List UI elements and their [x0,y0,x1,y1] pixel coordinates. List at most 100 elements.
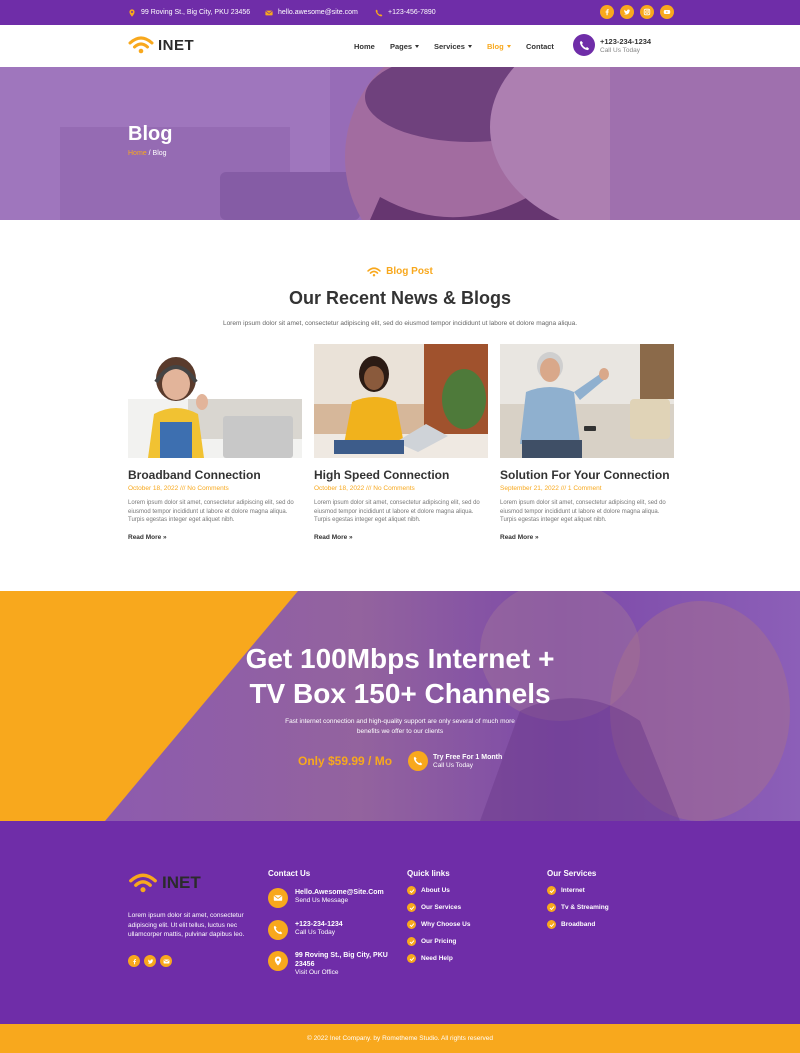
read-more-link[interactable]: Read More » [500,534,674,541]
footer-link-help[interactable]: Need Help [407,954,453,963]
blog-card-title[interactable]: High Speed Connection [314,468,488,482]
footer-link-services[interactable]: Our Services [407,903,461,912]
footer-logo[interactable]: INET [128,873,201,893]
footer-contact-phone[interactable]: +123-234-1234 Call Us Today [268,920,343,940]
footer-link-about[interactable]: About Us [407,886,450,895]
wifi-logo-icon [128,36,154,54]
footer-link-label: Why Choose Us [421,921,471,928]
contact-address-label: Visit Our Office [295,969,339,976]
blog-card-image[interactable] [500,344,674,458]
promo-line-2: TV Box 150+ Channels [249,678,551,709]
footer-twitter-link[interactable] [144,955,156,967]
location-circle [268,951,288,971]
read-more-link[interactable]: Read More » [314,534,488,541]
hero-overlay [0,67,800,220]
promo-banner: Get 100Mbps Internet + TV Box 150+ Chann… [0,591,800,821]
nav-home-label: Home [354,41,375,51]
footer-link-label: Broadband [561,921,596,928]
blog-card-excerpt: Lorem ipsum dolor sit amet, consectetur … [128,500,294,523]
nav-pages[interactable]: Pages [390,25,420,67]
email-info[interactable]: hello.awesome@site.com [265,0,358,25]
envelope-icon [265,10,273,15]
footer-description: Lorem ipsum dolor sit amet, consectetur … [128,912,245,938]
phone-text: +123-456-7890 [388,9,436,16]
header-call-label: Call Us Today [600,46,640,54]
nav-home[interactable]: Home [354,25,375,67]
blog-card-image[interactable] [314,344,488,458]
nav-blog[interactable]: Blog [487,25,511,67]
section-subtitle: Lorem ipsum dolor sit amet, consectetur … [222,320,578,327]
instagram-link[interactable] [640,5,654,19]
blog-card-image[interactable] [128,344,302,458]
promo-price: Only $59.99 / Mo [298,754,393,768]
phone-icon [375,9,383,16]
nav-contact-label: Contact [526,41,554,51]
facebook-icon [132,958,136,964]
envelope-icon [273,895,283,901]
blog-card: High Speed Connection October 18, 2022 /… [314,344,488,541]
contact-phone-value: +123-234-1234 [295,921,343,928]
blog-card-meta[interactable]: October 18, 2022 /// No Comments [314,485,488,492]
copyright-bar: © 2022 Inet Company. by Rometheme Studio… [0,1024,800,1053]
nav-contact[interactable]: Contact [526,25,554,67]
footer-facebook-link[interactable] [128,955,140,967]
header-call-box[interactable]: +123-234-1234 Call Us Today [573,34,651,56]
facebook-link[interactable] [600,5,614,19]
check-circle-icon [547,920,556,929]
blog-card-title[interactable]: Solution For Your Connection [500,468,674,482]
phone-circle [408,751,428,771]
girl-with-headphones-photo [128,344,302,458]
email-text: hello.awesome@site.com [278,9,358,16]
address-text: 99 Roving St., Big City, PKU 23456 [141,9,251,16]
location-pin-icon [129,8,135,17]
youtube-icon [663,10,671,14]
man-cheering-photo [500,344,674,458]
top-info-bar: 99 Roving St., Big City, PKU 23456 hello… [0,0,800,25]
twitter-link[interactable] [620,5,634,19]
footer-email-link[interactable] [160,955,172,967]
chevron-down-icon [506,44,511,48]
nav-services[interactable]: Services [434,25,472,67]
check-circle-icon [547,886,556,895]
site-footer: INET Lorem ipsum dolor sit amet, consect… [0,821,800,1024]
breadcrumb-home[interactable]: Home [128,150,147,157]
facebook-icon [605,9,609,16]
footer-link-label: Need Help [421,955,453,962]
phone-info[interactable]: +123-456-7890 [375,0,436,25]
footer-contact-heading: Contact Us [268,869,311,878]
chevron-down-icon [415,44,420,48]
footer-contact-address[interactable]: 99 Roving St., Big City, PKU 23456 Visit… [268,951,395,976]
footer-service-broadband[interactable]: Broadband [547,920,595,929]
footer-contact-email[interactable]: Hello.Awesome@Site.Com Send Us Message [268,888,384,908]
contact-email-value: Hello.Awesome@Site.Com [295,889,384,896]
footer-link-why[interactable]: Why Choose Us [407,920,470,929]
header-call-number: +123-234-1234 [600,36,652,46]
envelope-icon [163,959,169,963]
blog-card: Broadband Connection October 18, 2022 //… [128,344,302,541]
breadcrumb-current: Blog [152,150,167,157]
footer-link-pricing[interactable]: Our Pricing [407,937,456,946]
blog-card-title[interactable]: Broadband Connection [128,468,302,482]
woman-with-laptop-photo [314,344,488,458]
youtube-link[interactable] [660,5,674,19]
try-free-button[interactable]: Try Free For 1 Month Call Us Today [408,751,502,771]
twitter-icon [623,9,631,15]
check-circle-icon [407,886,416,895]
phone-icon [273,925,283,935]
site-logo[interactable]: INET [128,36,194,54]
read-more-link[interactable]: Read More » [128,534,302,541]
try-free-title: Try Free For 1 Month [433,753,503,761]
copyright-text: © 2022 Inet Company. by Rometheme Studio… [306,1035,494,1042]
wifi-icon [367,266,381,276]
check-circle-icon [547,903,556,912]
blog-card-meta[interactable]: October 18, 2022 /// No Comments [128,485,302,492]
contact-email-label: Send Us Message [295,897,349,904]
footer-service-tv[interactable]: Tv & Streaming [547,903,609,912]
try-free-subtitle: Call Us Today [433,761,473,769]
blog-card-meta[interactable]: September 21, 2022 /// 1 Comment [500,485,674,492]
nav-services-label: Services [434,41,465,51]
footer-service-internet[interactable]: Internet [547,886,585,895]
promo-subtitle: Fast internet connection and high-qualit… [285,718,515,735]
check-circle-icon [407,937,416,946]
footer-logo-text: INET [162,873,201,892]
